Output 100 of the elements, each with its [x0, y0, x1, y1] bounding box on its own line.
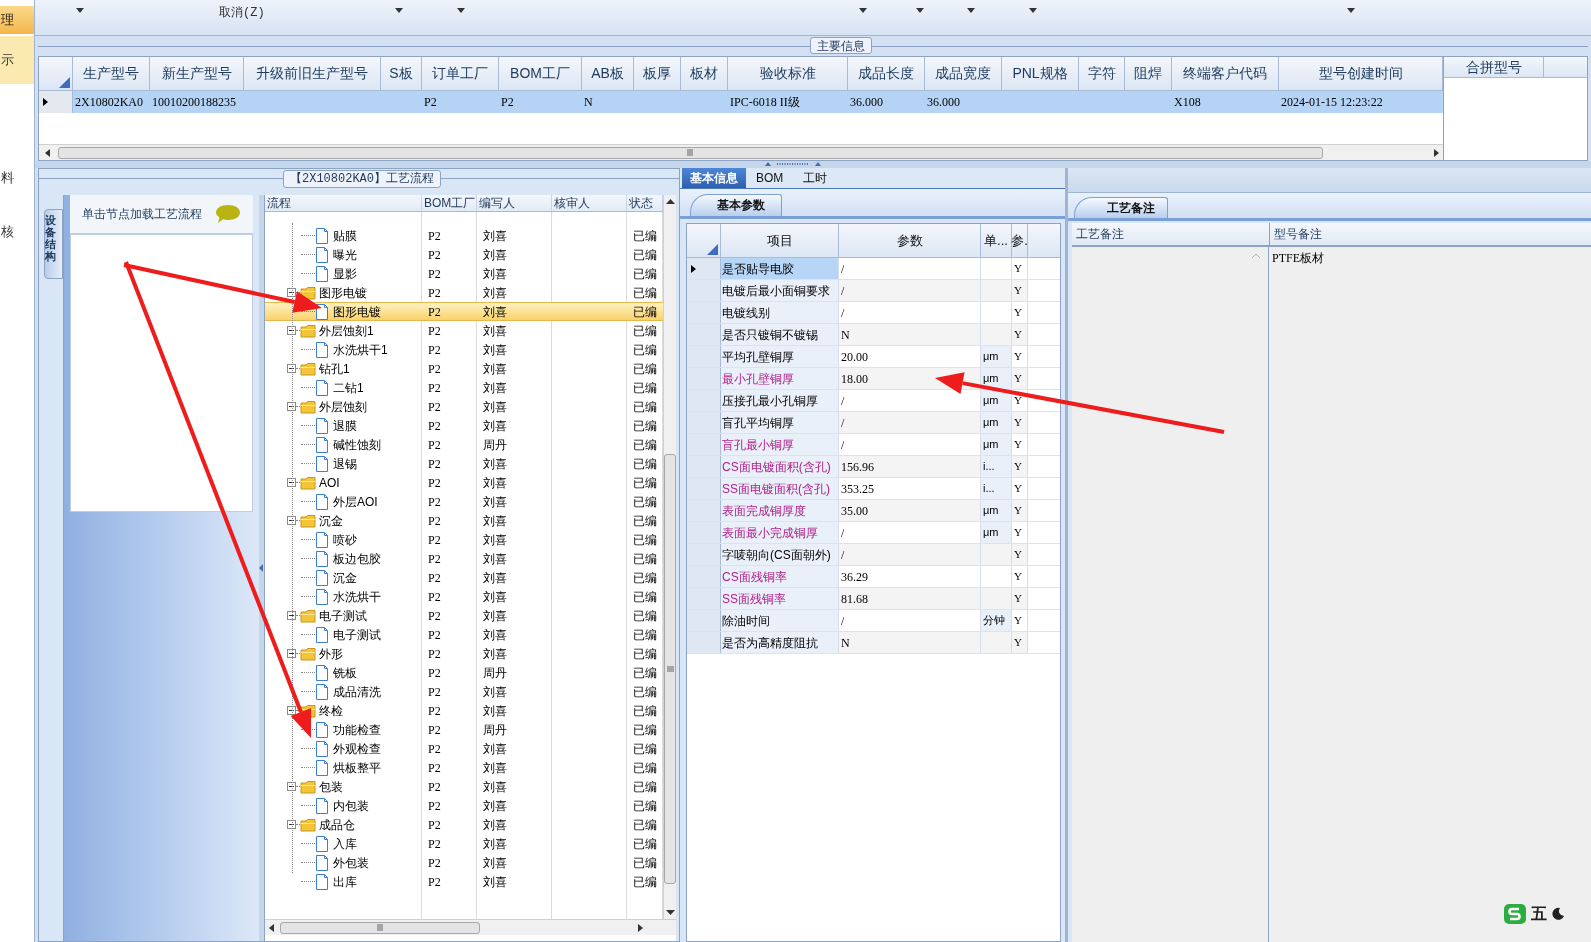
collapse-toggle-icon[interactable]: [287, 649, 296, 658]
column-header[interactable]: BOM工厂: [499, 57, 582, 91]
select-all-icon[interactable]: [59, 77, 70, 88]
select-all-icon[interactable]: [707, 244, 718, 255]
side-tab[interactable]: 设备结构: [44, 209, 63, 279]
tab[interactable]: 基本参数: [690, 194, 782, 216]
column-header[interactable]: 字符: [1079, 57, 1125, 91]
column-header[interactable]: 工艺备注: [1072, 223, 1270, 245]
column-header[interactable]: 型号备注: [1270, 223, 1591, 245]
column-header[interactable]: 型号创建时间: [1279, 57, 1443, 91]
collapse-toggle-icon[interactable]: [287, 706, 296, 715]
column-header[interactable]: 参数: [839, 224, 981, 257]
tree-node-label[interactable]: 钻孔1: [319, 359, 350, 378]
dropdown-caret-icon[interactable]: [1346, 8, 1355, 13]
collapse-toggle-icon[interactable]: [287, 364, 296, 373]
tree-node-label[interactable]: 铣板: [333, 663, 357, 682]
column-header[interactable]: 流程: [265, 195, 422, 211]
column-header[interactable]: 合拼型号: [1444, 57, 1544, 78]
tree-node-label[interactable]: 曝光: [333, 245, 357, 264]
tree-node-label[interactable]: 功能检查: [333, 720, 381, 739]
tree-node-label[interactable]: 沉金: [319, 511, 343, 530]
sidebar-item[interactable]: 核: [0, 220, 34, 244]
sidebar-item[interactable]: 示: [0, 36, 34, 84]
scroll-right-icon[interactable]: [638, 923, 643, 932]
column-header[interactable]: 成品长度: [848, 57, 925, 91]
scrollbar-thumb[interactable]: [280, 921, 480, 934]
column-header[interactable]: 成品宽度: [925, 57, 1002, 91]
dropdown-caret-icon[interactable]: [1028, 8, 1037, 13]
tree-node-label[interactable]: 退锡: [333, 454, 357, 473]
column-header[interactable]: 新生产型号: [150, 57, 244, 91]
dropdown-caret-icon[interactable]: [966, 8, 975, 13]
cancel-button[interactable]: 取消(Z): [217, 4, 267, 22]
tree-node-label[interactable]: 烘板整平: [333, 758, 381, 777]
tree-node-label[interactable]: AOI: [319, 473, 340, 492]
dropdown-caret-icon[interactable]: [858, 8, 867, 13]
scroll-left-icon[interactable]: [269, 923, 274, 932]
collapse-toggle-icon[interactable]: [287, 326, 296, 335]
tree-node-label[interactable]: 外观检查: [333, 739, 381, 758]
scroll-right-icon[interactable]: [1434, 148, 1439, 157]
scrollbar-thumb[interactable]: [58, 146, 1323, 159]
tree-node-label[interactable]: 外形: [319, 644, 343, 663]
column-header[interactable]: 验收标准: [728, 57, 848, 91]
splitter-grip-icon[interactable]: [763, 161, 823, 167]
tree-node-label[interactable]: 图形电镀: [319, 283, 367, 302]
tree-node-label[interactable]: 成品仓: [319, 815, 355, 834]
tree-node-label[interactable]: 外层AOI: [333, 492, 378, 511]
tree-node-label[interactable]: 包装: [319, 777, 343, 796]
scroll-up-icon[interactable]: [665, 199, 675, 204]
tree-node-label[interactable]: 水洗烘干1: [333, 340, 388, 359]
sidebar-item[interactable]: 料: [0, 166, 34, 190]
scroll-down-icon[interactable]: [665, 910, 675, 915]
collapse-arrow-icon[interactable]: [259, 564, 263, 572]
tree-node-label[interactable]: 电子测试: [319, 606, 367, 625]
tab[interactable]: 工时: [793, 168, 838, 188]
tree-node-label[interactable]: 碱性蚀刻: [333, 435, 381, 454]
tree-node-label[interactable]: 退膜: [333, 416, 357, 435]
tree-node-label[interactable]: 板边包胶: [333, 549, 381, 568]
column-header[interactable]: 项目: [721, 224, 839, 257]
column-header[interactable]: 板厚: [634, 57, 681, 91]
dropdown-caret-icon[interactable]: [394, 8, 403, 13]
collapse-toggle-icon[interactable]: [287, 402, 296, 411]
selected-row[interactable]: 图形电镀 P2 刘喜 已编: [265, 302, 663, 321]
moon-icon[interactable]: [1551, 907, 1565, 921]
column-header[interactable]: 参.: [1012, 224, 1028, 257]
process-note-field[interactable]: [1072, 247, 1269, 942]
column-header[interactable]: 编写人: [477, 195, 552, 211]
scrollbar-thumb[interactable]: [664, 454, 676, 884]
collapse-toggle-icon[interactable]: [287, 516, 296, 525]
tab[interactable]: 工艺备注: [1074, 197, 1168, 218]
tree-node-label[interactable]: 入库: [333, 834, 357, 853]
input-mode-label[interactable]: 五: [1531, 902, 1547, 926]
tree-node-label[interactable]: 图形电镀: [333, 302, 381, 321]
collapse-toggle-icon[interactable]: [287, 782, 296, 791]
tree-node-label[interactable]: 外层蚀刻1: [319, 321, 374, 340]
tree-node-label[interactable]: 外层蚀刻: [319, 397, 367, 416]
tree-node-label[interactable]: 沉金: [333, 568, 357, 587]
input-method-logo-icon[interactable]: [1503, 903, 1527, 925]
dropdown-caret-icon[interactable]: [76, 8, 84, 13]
horizontal-scrollbar[interactable]: [39, 144, 1443, 160]
column-header[interactable]: BOM工厂: [422, 195, 477, 211]
tree-node-label[interactable]: 外包装: [333, 853, 369, 872]
tab[interactable]: BOM: [746, 168, 794, 188]
horizontal-scrollbar[interactable]: [265, 919, 676, 935]
column-header[interactable]: 板材: [681, 57, 728, 91]
tree-node-label[interactable]: 显影: [333, 264, 357, 283]
column-header[interactable]: 终端客户代码: [1172, 57, 1279, 91]
collapse-toggle-icon[interactable]: [287, 288, 296, 297]
tree-node-label[interactable]: 贴膜: [333, 226, 357, 245]
column-header[interactable]: 单...: [981, 224, 1012, 257]
tree-node-label[interactable]: 电子测试: [333, 625, 381, 644]
collapse-toggle-icon[interactable]: [287, 820, 296, 829]
column-header[interactable]: 核审人: [552, 195, 627, 211]
column-header[interactable]: PNL规格: [1002, 57, 1079, 91]
column-header[interactable]: 订单工厂: [422, 57, 499, 91]
tree-node-label[interactable]: 内包装: [333, 796, 369, 815]
tree-node-label[interactable]: 喷砂: [333, 530, 357, 549]
collapse-toggle-icon[interactable]: [287, 611, 296, 620]
column-header[interactable]: S板: [381, 57, 422, 91]
sidebar-item[interactable]: 理: [0, 6, 34, 34]
column-header[interactable]: 阻焊: [1125, 57, 1172, 91]
